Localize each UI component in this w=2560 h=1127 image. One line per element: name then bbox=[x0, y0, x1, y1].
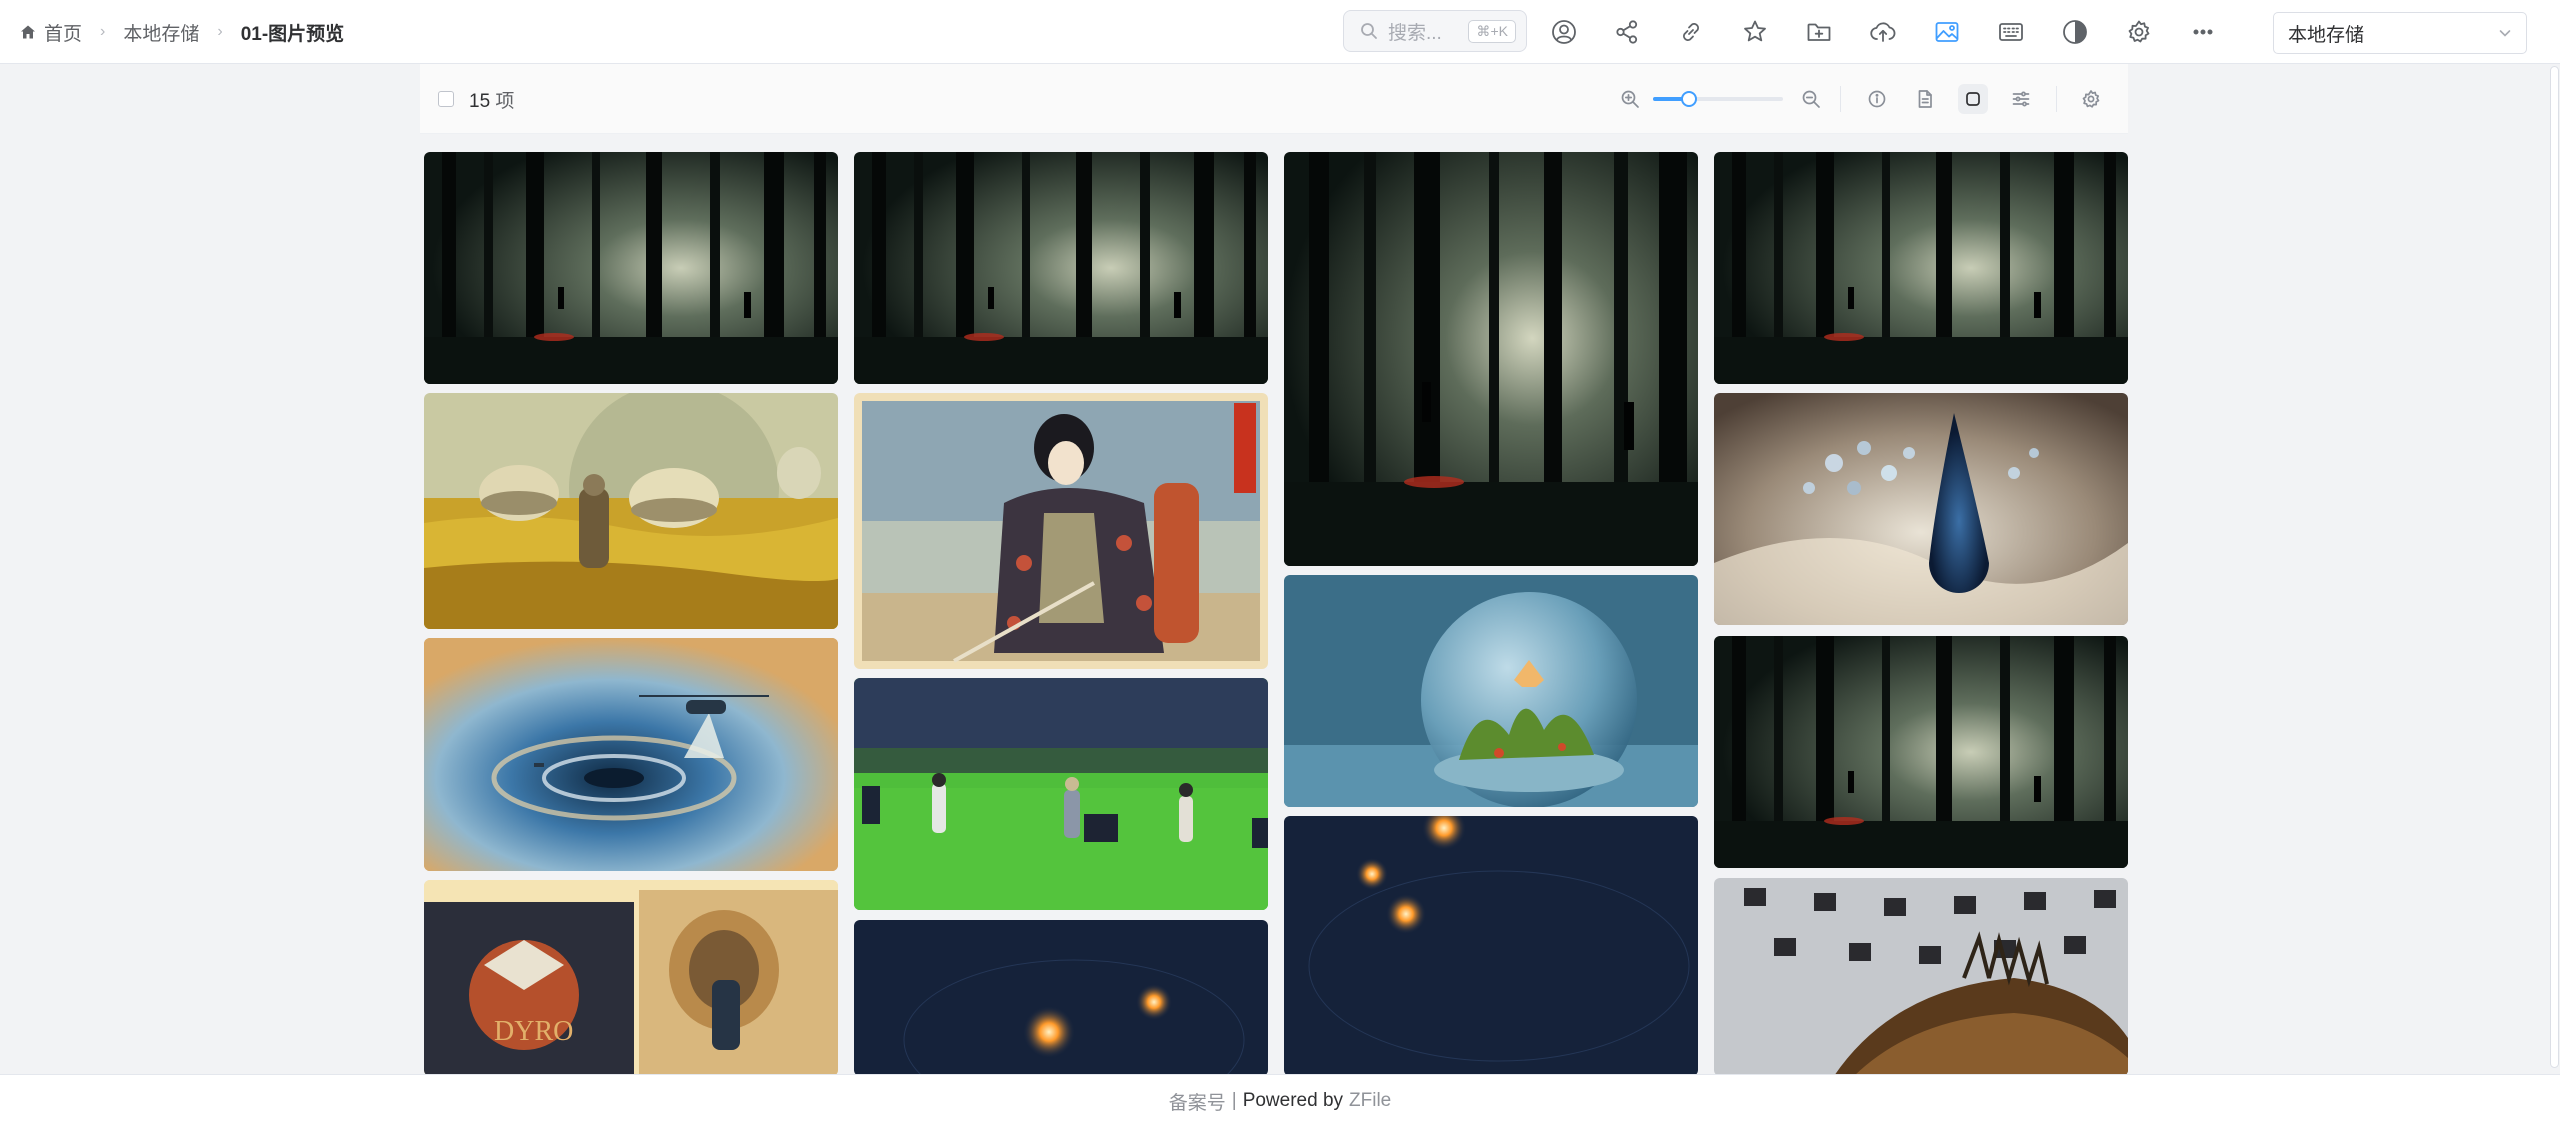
search-placeholder: 搜索... bbox=[1388, 22, 1442, 44]
breadcrumb-home[interactable]: 首页 bbox=[20, 19, 82, 46]
ukiyo-e-image bbox=[854, 393, 1268, 669]
poster-collage-image: DYRO bbox=[424, 880, 838, 1076]
orange-planets-image bbox=[1284, 816, 1698, 1076]
cosmic-drop-image bbox=[1714, 393, 2128, 625]
image-tile[interactable] bbox=[1714, 393, 2128, 625]
forest-tall-image bbox=[1284, 152, 1698, 566]
image-tile[interactable] bbox=[854, 393, 1268, 669]
new-folder-icon[interactable] bbox=[1802, 15, 1836, 49]
more-icon[interactable] bbox=[2186, 15, 2220, 49]
image-tile[interactable] bbox=[854, 678, 1268, 910]
footer-powered-by: Powered by bbox=[1242, 1090, 1344, 1111]
breadcrumb-home-label: 首页 bbox=[44, 23, 83, 45]
scrollbar-thumb[interactable] bbox=[2550, 66, 2559, 1068]
star-icon[interactable] bbox=[1738, 15, 1772, 49]
orange-planets-image bbox=[854, 920, 1268, 1076]
forest-image bbox=[1714, 152, 2128, 384]
zoom-out-icon[interactable] bbox=[1796, 84, 1826, 114]
storage-select-value: 本地存储 bbox=[2288, 24, 2365, 46]
wheat-field-image bbox=[424, 393, 838, 629]
chevron-down-icon bbox=[2499, 30, 2511, 37]
chevron-right-icon: › bbox=[100, 23, 106, 40]
image-tile[interactable] bbox=[854, 920, 1268, 1076]
forest-image bbox=[854, 152, 1268, 384]
item-count-number: 15 bbox=[469, 91, 491, 112]
meadow-band-image bbox=[854, 678, 1268, 910]
search-icon bbox=[1361, 23, 1377, 39]
file-toolbar: 15 项 bbox=[420, 64, 2128, 134]
image-tile[interactable] bbox=[1284, 816, 1698, 1076]
home-icon bbox=[21, 25, 35, 39]
share-icon[interactable] bbox=[1610, 15, 1644, 49]
settings-icon[interactable] bbox=[2122, 15, 2156, 49]
toolbar-divider bbox=[2056, 86, 2057, 112]
image-tile[interactable]: DYRO bbox=[424, 880, 838, 1076]
image-tile[interactable] bbox=[1714, 636, 2128, 868]
image-tile[interactable] bbox=[424, 393, 838, 629]
upload-icon[interactable] bbox=[1866, 15, 1900, 49]
info-icon[interactable] bbox=[1862, 84, 1892, 114]
filter-icon[interactable] bbox=[2006, 84, 2036, 114]
image-tile[interactable] bbox=[424, 152, 838, 384]
file-icon[interactable] bbox=[1910, 84, 1940, 114]
whirlpool-image bbox=[424, 638, 838, 871]
item-count: 15 项 bbox=[469, 86, 514, 113]
search-input[interactable]: 搜索... ⌘+K bbox=[1343, 10, 1527, 52]
search-shortcut: ⌘+K bbox=[1468, 19, 1516, 43]
image-tile[interactable] bbox=[1714, 878, 2128, 1076]
footer-brand-link[interactable]: ZFile bbox=[1349, 1090, 1391, 1112]
footer-separator: | bbox=[1231, 1090, 1237, 1111]
user-icon[interactable] bbox=[1547, 15, 1581, 49]
zoom-in-icon[interactable] bbox=[1615, 84, 1645, 114]
breadcrumb-storage[interactable]: 本地存储 bbox=[123, 19, 199, 46]
storage-select[interactable]: 本地存储 bbox=[2273, 12, 2527, 54]
breadcrumb-storage-label: 本地存储 bbox=[123, 23, 200, 45]
image-tile[interactable] bbox=[424, 638, 838, 871]
breadcrumb-current-label: 01-图片预览 bbox=[240, 23, 345, 45]
toolbar-divider bbox=[1840, 86, 1841, 112]
gallery-mode-icon[interactable] bbox=[1958, 84, 1988, 114]
zoom-slider[interactable] bbox=[1653, 84, 1783, 114]
image-tile[interactable] bbox=[854, 152, 1268, 384]
zoom-slider-thumb[interactable] bbox=[1681, 91, 1698, 107]
footer: 备案号 | Powered by ZFile bbox=[0, 1074, 2560, 1127]
image-tile[interactable] bbox=[1284, 152, 1698, 566]
forest-image bbox=[1714, 636, 2128, 868]
gallery-icon[interactable] bbox=[1930, 15, 1964, 49]
breadcrumb-current: 01-图片预览 bbox=[241, 19, 344, 46]
image-tile[interactable] bbox=[1284, 575, 1698, 807]
fish-closeup-image bbox=[1714, 878, 2128, 1076]
svg-text:DYRO: DYRO bbox=[494, 1016, 573, 1047]
theme-icon[interactable] bbox=[2058, 15, 2092, 49]
chevron-right-icon: › bbox=[217, 23, 223, 40]
keyboard-icon[interactable] bbox=[1994, 15, 2028, 49]
footer-beian-link[interactable]: 备案号 bbox=[1169, 1088, 1226, 1115]
link-icon[interactable] bbox=[1674, 15, 1708, 49]
forest-image bbox=[424, 152, 838, 384]
terrarium-globe-image bbox=[1284, 575, 1698, 807]
image-tile[interactable] bbox=[1714, 152, 2128, 384]
top-bar: 首页 › 本地存储 › 01-图片预览 搜索... ⌘+K 本地存储 bbox=[0, 0, 2560, 64]
panel-settings-icon[interactable] bbox=[2076, 84, 2106, 114]
item-count-unit: 项 bbox=[495, 91, 515, 112]
select-all-checkbox[interactable] bbox=[438, 91, 454, 107]
breadcrumb: 首页 › 本地存储 › 01-图片预览 bbox=[20, 0, 344, 64]
